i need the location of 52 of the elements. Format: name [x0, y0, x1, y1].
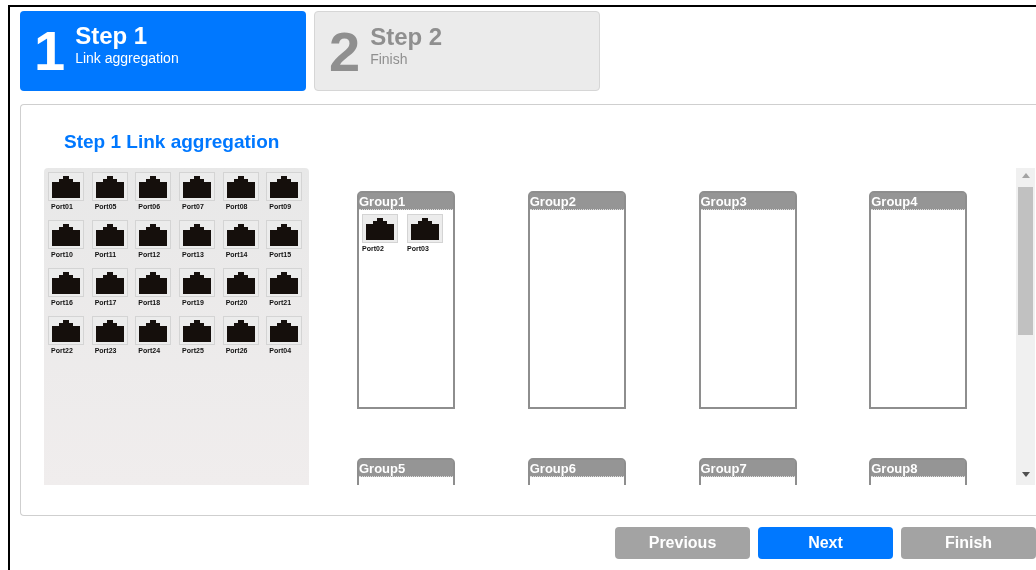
ethernet-port-icon[interactable] — [48, 316, 84, 345]
step-number: 1 — [34, 23, 66, 79]
ethernet-port-icon[interactable] — [222, 220, 259, 249]
step-number: 2 — [329, 24, 361, 80]
group-header: Group6 — [529, 460, 624, 477]
ethernet-port-icon[interactable] — [222, 268, 259, 297]
ethernet-port-icon[interactable] — [135, 172, 172, 201]
ethernet-port-icon[interactable] — [222, 172, 259, 201]
ethernet-port-icon[interactable] — [91, 172, 128, 201]
ethernet-port-icon[interactable] — [222, 316, 259, 345]
ethernet-port-icon[interactable] — [91, 220, 128, 249]
panel-title: Step 1 Link aggregation — [64, 131, 281, 153]
group-box[interactable]: Group6 — [527, 458, 626, 485]
step-title: Step 2 — [370, 24, 443, 50]
group-box[interactable]: Group2 — [527, 191, 626, 409]
wizard-button[interactable]: Next — [758, 527, 893, 559]
group-header: Group8 — [871, 460, 966, 477]
group-box[interactable]: Group7 — [698, 458, 797, 485]
ethernet-port-icon[interactable] — [362, 214, 398, 243]
group-header: Group4 — [871, 193, 966, 210]
group-header: Group2 — [529, 193, 624, 210]
group-header: Group7 — [700, 460, 795, 477]
ethernet-port-icon[interactable] — [179, 268, 215, 297]
scrollbar[interactable] — [1016, 168, 1035, 485]
step-title: Step 1 — [75, 23, 149, 49]
scrollbar-thumb[interactable] — [1018, 187, 1033, 335]
ethernet-port-icon[interactable] — [179, 220, 215, 249]
group-box[interactable]: Group3 — [698, 191, 797, 409]
ethernet-port-icon[interactable] — [91, 268, 128, 297]
ethernet-port-icon[interactable] — [135, 220, 172, 249]
ethernet-port-icon[interactable] — [266, 316, 303, 345]
ethernet-port-icon[interactable] — [135, 316, 172, 345]
group-header: Group3 — [700, 193, 795, 210]
ethernet-port-icon[interactable] — [48, 220, 84, 249]
ethernet-port-icon[interactable] — [266, 220, 303, 249]
ethernet-port-icon[interactable] — [91, 316, 128, 345]
group-header: Group1 — [359, 193, 453, 210]
ethernet-port-icon[interactable] — [179, 316, 215, 345]
ethernet-port-icon[interactable] — [266, 172, 303, 201]
step-subtitle: Finish — [370, 50, 409, 68]
group-header: Group5 — [359, 460, 453, 477]
ethernet-port-icon[interactable] — [48, 268, 84, 297]
step-subtitle: Link aggregation — [75, 49, 179, 67]
ethernet-port-icon[interactable] — [407, 214, 443, 243]
ethernet-port-icon[interactable] — [48, 172, 84, 201]
group-box[interactable]: Group4 — [869, 191, 968, 409]
group-box[interactable]: Group5 — [357, 458, 455, 485]
ethernet-port-icon[interactable] — [135, 268, 172, 297]
ethernet-port-icon[interactable] — [179, 172, 215, 201]
ethernet-port-icon[interactable] — [266, 268, 303, 297]
group-box[interactable]: Group8 — [869, 458, 968, 485]
scroll-down-icon[interactable] — [1021, 472, 1030, 477]
